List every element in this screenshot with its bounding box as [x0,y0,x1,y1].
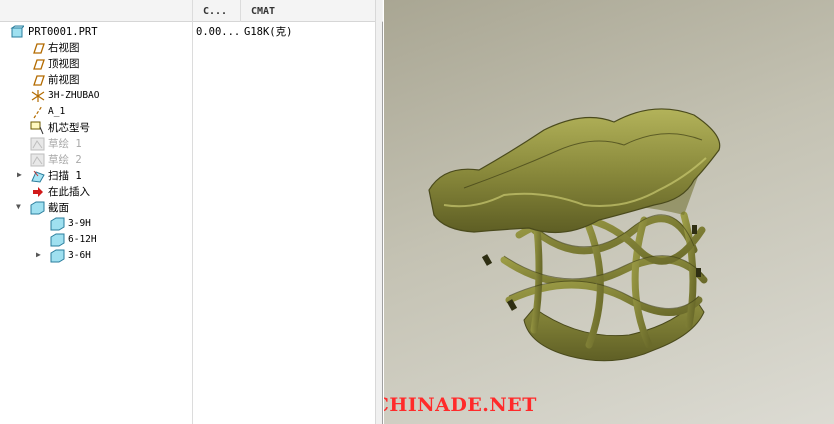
collapse-section-icon[interactable]: ▼ [16,202,24,212]
datum-axis-icon [30,105,46,119]
section-icon [50,249,66,263]
tree-item-sketch-2[interactable]: 草绘 2 [30,152,82,168]
coordinate-system-icon [30,89,46,103]
tree-scrollbar[interactable] [375,0,382,424]
tree-item-section-3-6h[interactable]: 3-6H [50,248,91,264]
tree-item-part-cmat: G18K(克) [244,26,293,38]
tree-item-udf[interactable]: 机芯型号 [30,120,90,136]
column-header-cmat[interactable]: CMAT [251,0,275,22]
tree-item-part[interactable]: PRT0001.PRT [10,24,98,40]
column-header-c[interactable]: C... [203,0,227,22]
tree-item-section-folder[interactable]: 截面 [30,200,69,216]
datum-plane-icon [30,73,46,87]
insert-here-arrow-icon [30,185,46,199]
model-tree-panel: C... CMAT PRT0001.PRT 0.00... G18K(克) 右视… [0,0,383,424]
sketch-icon [30,137,46,151]
tree-item-sketch-1[interactable]: 草绘 1 [30,136,82,152]
tree-item-part-c: 0.00... [196,26,241,38]
watermark-text: BBS.CHINADE.NET [384,394,537,416]
section-icon [50,217,66,231]
part-icon [10,25,26,39]
section-icon [50,233,66,247]
datum-plane-icon [30,41,46,55]
tree-item-front-plane[interactable]: 前视图 [30,72,80,88]
sweep-icon [30,169,46,183]
tree-item-section-6-12h[interactable]: 6-12H [50,232,97,248]
sketch-icon [30,153,46,167]
graphics-viewport[interactable]: BBS.CHINADE.NET [384,0,834,424]
tree-item-right-plane[interactable]: 右视图 [30,40,80,56]
expand-section-3-6h-icon[interactable]: ▶ [36,250,44,260]
datum-plane-icon [30,57,46,71]
udf-icon [30,121,46,135]
folder-icon [30,201,46,215]
column-divider[interactable] [192,0,193,424]
tree-item-sweep[interactable]: 扫描 1 [30,168,82,184]
tree-item-insert-here[interactable]: 在此插入 [30,184,90,200]
tree-item-datum-axis[interactable]: A_1 [30,104,65,120]
expand-sweep-icon[interactable]: ▶ [17,170,25,180]
tree-item-coordinate-system[interactable]: 3H-ZHUBAO [30,88,99,104]
column-divider[interactable] [240,0,241,22]
basket-model [428,108,721,362]
tree-item-top-plane[interactable]: 顶视图 [30,56,80,72]
tree-item-section-3-9h[interactable]: 3-9H [50,216,91,232]
